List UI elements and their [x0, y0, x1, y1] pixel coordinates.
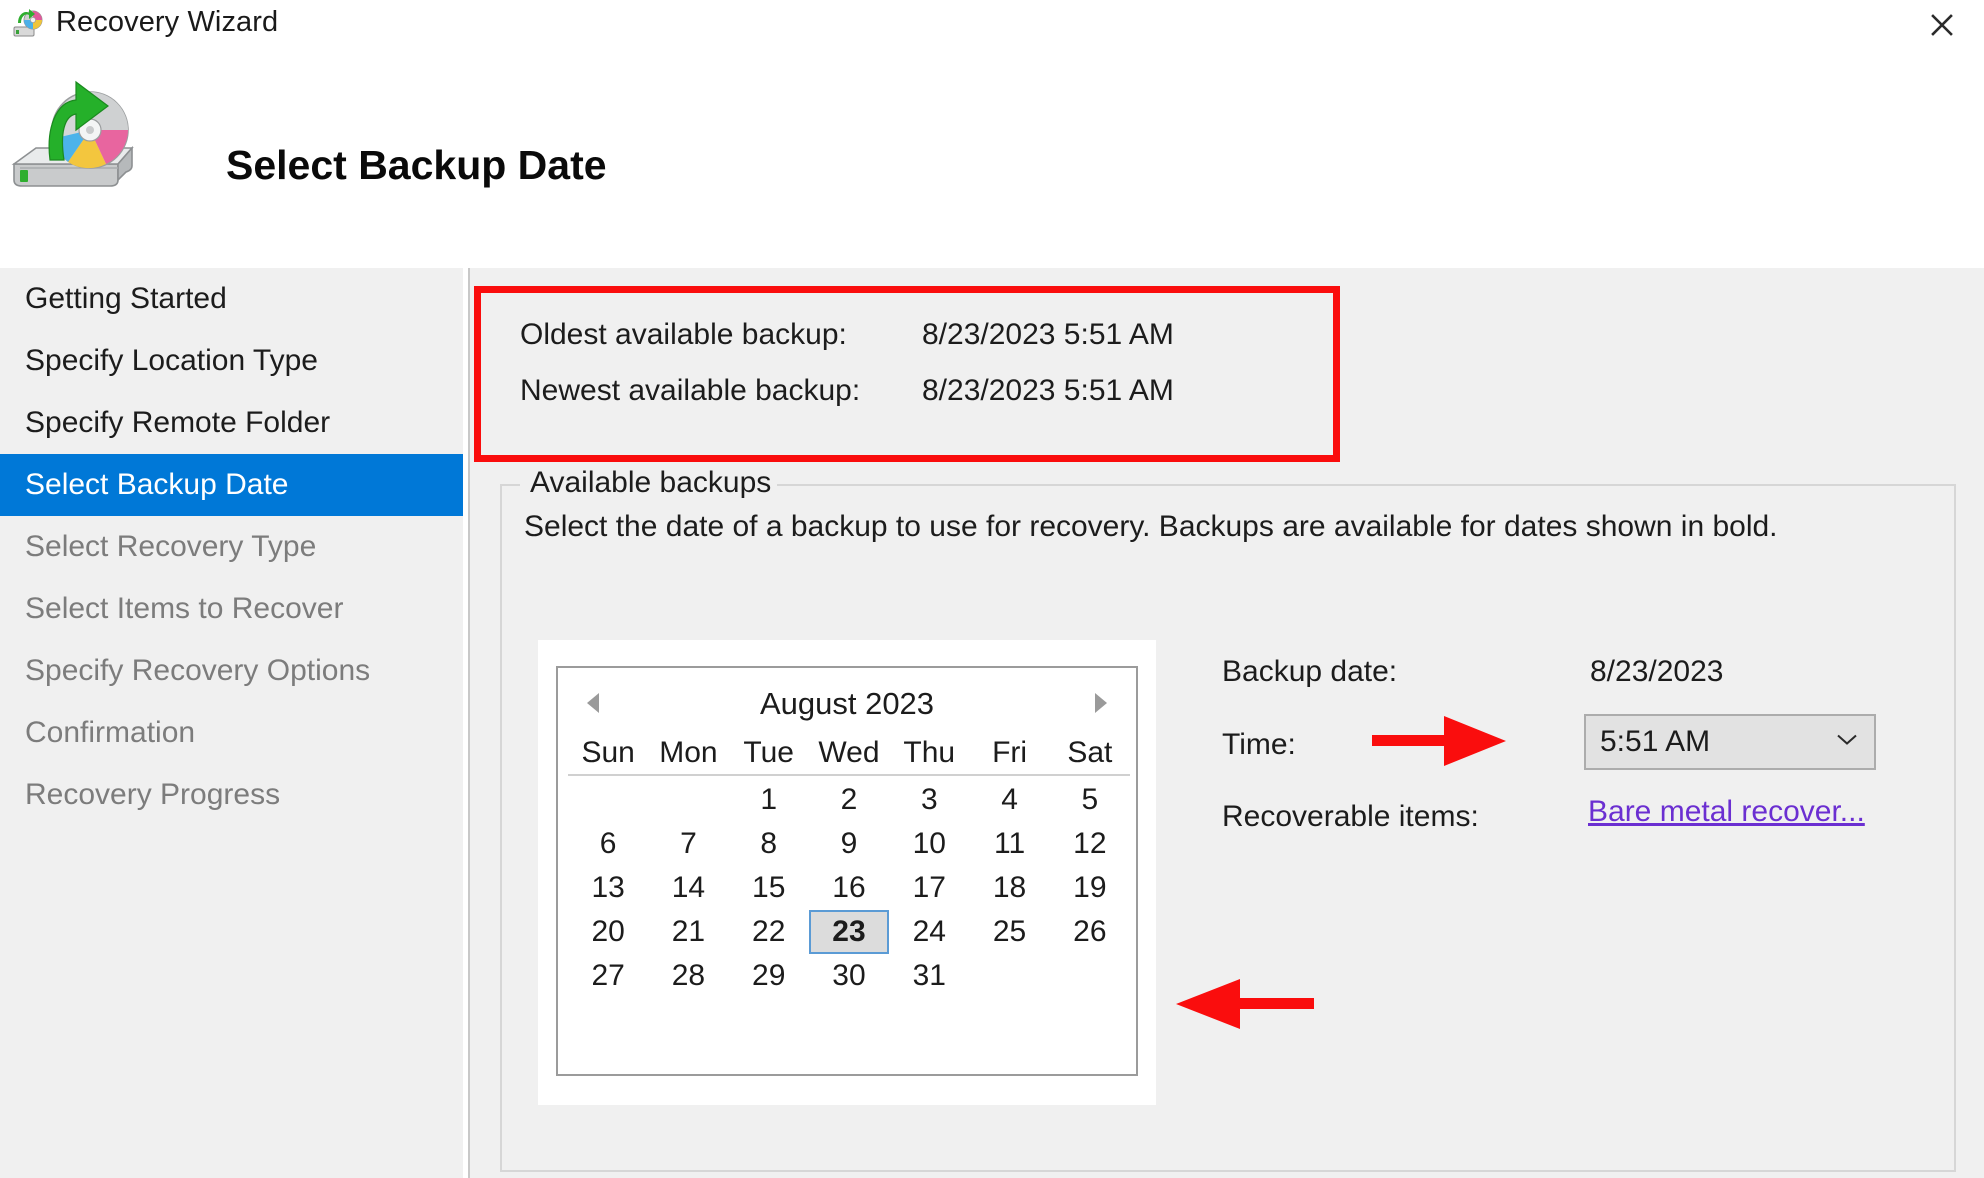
- sidebar-item-label: Specify Recovery Options: [25, 654, 371, 687]
- newest-backup-label: Newest available backup:: [520, 374, 861, 407]
- sidebar-item-label: Select Items to Recover: [25, 592, 344, 625]
- bare-metal-recovery-link[interactable]: Bare metal recover...: [1588, 795, 1865, 829]
- oldest-backup-value: 8/23/2023 5:51 AM: [922, 318, 1174, 351]
- calendar-day[interactable]: 12: [1050, 822, 1130, 866]
- calendar-day[interactable]: 25: [969, 910, 1049, 954]
- calendar-dow-header: Thu: [903, 736, 956, 769]
- calendar-day[interactable]: 17: [889, 866, 969, 910]
- calendar-day[interactable]: 4: [969, 778, 1049, 822]
- time-dropdown-value: 5:51 AM: [1600, 725, 1711, 758]
- calendar-panel: August 2023 Sun Mon Tue Wed Thu Fri Sat 123456…: [538, 640, 1156, 1105]
- groupbox-legend: Available backups: [524, 466, 778, 500]
- groupbox-border-left: [500, 484, 520, 486]
- sidebar-item-label: Recovery Progress: [25, 778, 281, 811]
- calendar-days: 1 2 3 4 5 6 7 8 9 10 11 12 13 14 15 16 17 18 19 20 21 22 23 24 2…: [568, 778, 1130, 998]
- recovery-wizard-window: Recovery Wizard Select Backup Date Getti…: [0, 0, 1984, 1178]
- window-title: Recovery Wizard: [56, 6, 279, 38]
- calendar-day[interactable]: 7: [648, 822, 728, 866]
- sidebar-item-specify-recovery-options[interactable]: Specify Recovery Options: [0, 640, 463, 702]
- disk-recovery-icon: [6, 68, 148, 198]
- calendar-dow-header: Tue: [743, 736, 794, 769]
- calendar-day[interactable]: 15: [729, 866, 809, 910]
- calendar-day[interactable]: 2: [809, 778, 889, 822]
- sidebar-item-specify-location-type[interactable]: Specify Location Type: [0, 330, 463, 392]
- recoverable-items-label: Recoverable items:: [1222, 800, 1479, 833]
- title-bar: Recovery Wizard: [0, 0, 1984, 52]
- calendar-day[interactable]: 26: [1050, 910, 1130, 954]
- sidebar-item-getting-started[interactable]: Getting Started: [0, 268, 463, 330]
- calendar-widget[interactable]: August 2023 Sun Mon Tue Wed Thu Fri Sat 123456…: [556, 666, 1138, 1076]
- calendar-day[interactable]: 1: [729, 778, 809, 822]
- calendar-day[interactable]: 14: [648, 866, 728, 910]
- calendar-day[interactable]: 29: [729, 954, 809, 998]
- sidebar-item-label: Select Backup Date: [25, 468, 289, 501]
- calendar-month-title: August 2023: [759, 686, 935, 721]
- calendar-day[interactable]: 5: [1050, 778, 1130, 822]
- calendar-day-empty: [1050, 954, 1130, 998]
- calendar-day[interactable]: 13: [568, 866, 648, 910]
- calendar-day-empty: [568, 778, 648, 822]
- sidebar-item-confirmation[interactable]: Confirmation: [0, 702, 463, 764]
- calendar-day[interactable]: 3: [889, 778, 969, 822]
- calendar-next-month-icon[interactable]: [1084, 686, 1118, 720]
- recovery-wizard-icon: [12, 7, 46, 41]
- calendar-dow-header: Fri: [992, 736, 1028, 769]
- chevron-down-icon: [1836, 733, 1858, 752]
- calendar-day[interactable]: 18: [969, 866, 1049, 910]
- time-label: Time:: [1222, 728, 1296, 761]
- wizard-sidebar: Getting Started Specify Location Type Spec…: [0, 268, 463, 1178]
- calendar-day[interactable]: 9: [809, 822, 889, 866]
- sidebar-item-specify-remote-folder[interactable]: Specify Remote Folder: [0, 392, 463, 454]
- sidebar-item-label: Select Recovery Type: [25, 530, 317, 563]
- groupbox-description: Select the date of a backup to use for r…: [524, 510, 1778, 543]
- calendar-day[interactable]: 10: [889, 822, 969, 866]
- sidebar-item-label: Confirmation: [25, 716, 196, 749]
- close-icon[interactable]: [1900, 0, 1984, 50]
- calendar-day-empty: [648, 778, 728, 822]
- sidebar-item-select-items-to-recover[interactable]: Select Items to Recover: [0, 578, 463, 640]
- sidebar-item-label: Specify Remote Folder: [25, 406, 331, 439]
- backup-date-label: Backup date:: [1222, 655, 1398, 688]
- calendar-day[interactable]: 19: [1050, 866, 1130, 910]
- calendar-day[interactable]: 22: [729, 910, 809, 954]
- calendar-dow-header: Wed: [818, 736, 880, 769]
- calendar-header: August 2023: [558, 680, 1136, 728]
- calendar-day[interactable]: 28: [648, 954, 728, 998]
- sidebar-item-recovery-progress[interactable]: Recovery Progress: [0, 764, 463, 826]
- calendar-day[interactable]: 8: [729, 822, 809, 866]
- calendar-day[interactable]: 16: [809, 866, 889, 910]
- calendar-day[interactable]: 6: [568, 822, 648, 866]
- sidebar-item-select-recovery-type[interactable]: Select Recovery Type: [0, 516, 463, 578]
- calendar-dow-header: Sat: [1067, 736, 1113, 769]
- calendar-grid: Sun Mon Tue Wed Thu Fri Sat 1 2 3 4 5 6 7 8 9 10 11 12 13 1…: [568, 736, 1130, 998]
- calendar-day-headers: Sun Mon Tue Wed Thu Fri Sat: [568, 736, 1130, 776]
- calendar-day-empty: [969, 954, 1049, 998]
- calendar-day[interactable]: 11: [969, 822, 1049, 866]
- page-header: Select Backup Date: [0, 52, 1984, 268]
- sidebar-item-select-backup-date[interactable]: Select Backup Date: [0, 454, 463, 516]
- calendar-dow-header: Mon: [659, 736, 718, 769]
- newest-backup-value: 8/23/2023 5:51 AM: [922, 374, 1174, 407]
- page-title: Select Backup Date: [226, 142, 607, 188]
- time-dropdown[interactable]: 5:51 AM: [1584, 714, 1876, 770]
- sidebar-item-label: Getting Started: [25, 282, 227, 315]
- calendar-day[interactable]: 27: [568, 954, 648, 998]
- backup-date-value: 8/23/2023: [1590, 655, 1724, 688]
- calendar-day[interactable]: 31: [889, 954, 969, 998]
- calendar-day-selected[interactable]: 23: [808, 910, 890, 954]
- calendar-day[interactable]: 30: [809, 954, 889, 998]
- groupbox-border-right: [660, 484, 1956, 486]
- sidebar-item-label: Specify Location Type: [25, 344, 318, 377]
- oldest-backup-label: Oldest available backup:: [520, 318, 847, 351]
- calendar-dow-header: Sun: [581, 736, 635, 769]
- calendar-day[interactable]: 20: [568, 910, 648, 954]
- calendar-day[interactable]: 21: [648, 910, 728, 954]
- calendar-day[interactable]: 24: [889, 910, 969, 954]
